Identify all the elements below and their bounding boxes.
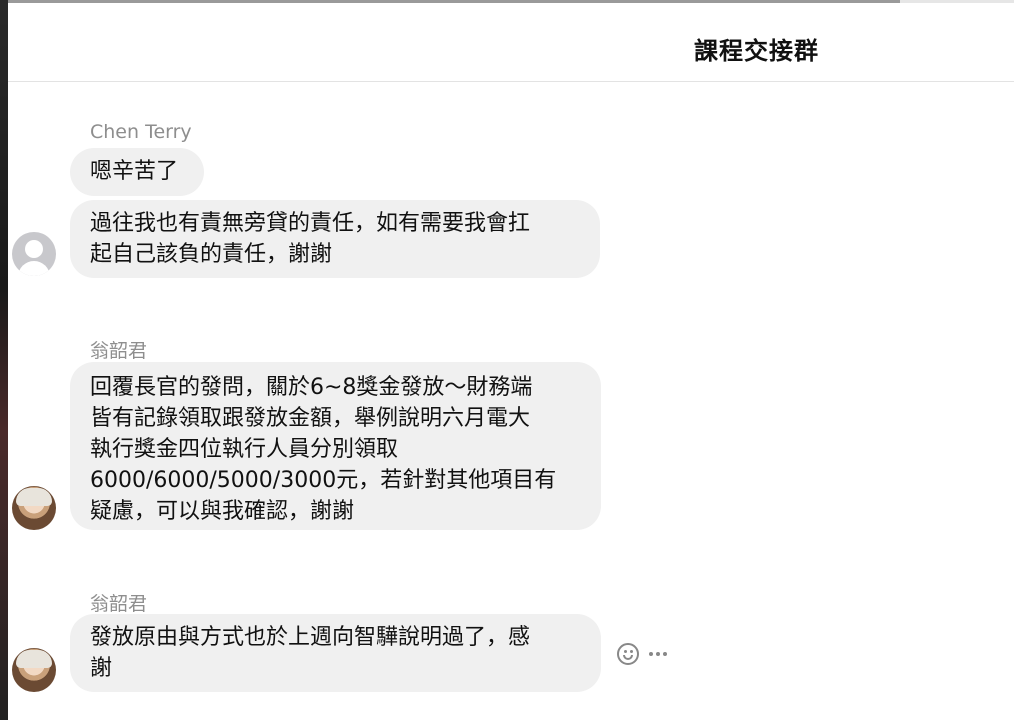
emoji-icon[interactable] [617,643,639,665]
avatar-head-icon [25,240,43,258]
chat-header: 課程交接群 [8,3,1014,82]
window-edge [0,0,8,720]
more-options-icon[interactable] [649,652,667,656]
avatar-photo-detail [16,650,52,668]
chat-title: 課程交接群 [694,37,819,65]
user-avatar[interactable] [12,648,56,692]
message-actions [617,640,667,668]
message-bubble[interactable]: 嗯辛苦了 [70,148,204,196]
user-avatar[interactable] [12,486,56,530]
message-bubble[interactable]: 過往我也有責無旁貸的責任，如有需要我會扛 起自己該負的責任，謝謝 [70,200,600,278]
sender-name: Chen Terry [90,121,192,143]
message-bubble[interactable]: 發放原由與方式也於上週向智驊說明過了，感 謝 [70,614,601,692]
user-avatar[interactable] [12,232,56,276]
avatar-photo-detail [16,488,52,506]
sender-name: 翁韶君 [90,593,148,615]
message-bubble[interactable]: 回覆長官的發問，關於6~8獎金發放～財務端 皆有記錄領取跟發放金額，舉例說明六月… [70,362,601,530]
avatar-body-icon [18,261,50,276]
sender-name: 翁韶君 [90,340,148,362]
